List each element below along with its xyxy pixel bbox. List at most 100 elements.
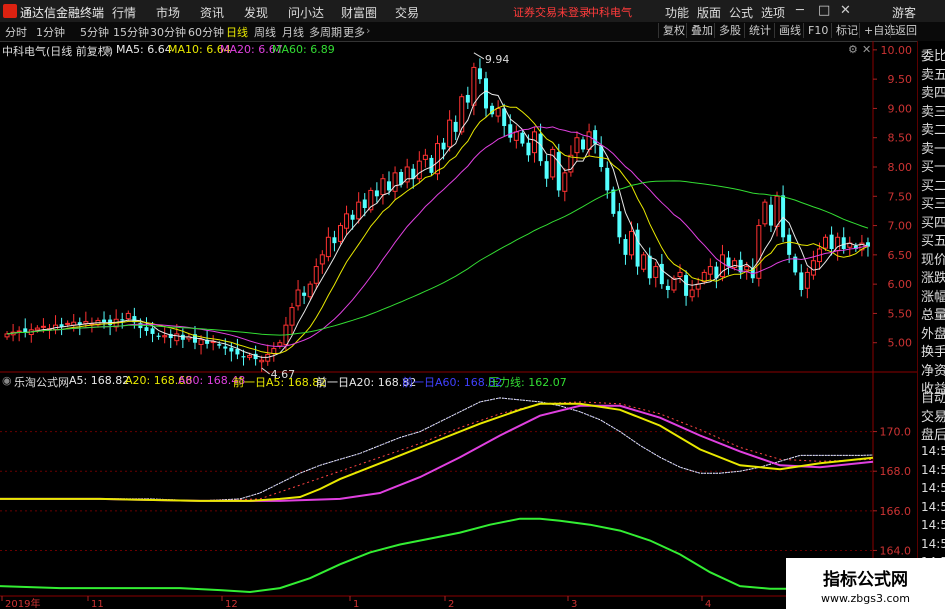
indicator-settings-icon[interactable]: ◉ (2, 374, 12, 387)
side-panel-label[interactable]: 卖三 (921, 101, 945, 120)
candle-body (508, 124, 513, 138)
candle-body (520, 132, 525, 144)
candle-body (544, 161, 549, 179)
price-axis-label: 7.50 (888, 190, 913, 203)
indicator-line-A5 (0, 397, 874, 502)
side-panel-label[interactable]: 14:56 (921, 500, 945, 514)
candle-body (526, 142, 531, 156)
candle-body (756, 225, 762, 279)
candle-body (617, 211, 622, 238)
candle-body (556, 152, 561, 191)
candle-body (386, 181, 391, 191)
side-panel-label[interactable]: 现价 (921, 249, 945, 268)
candle-body (762, 201, 768, 225)
candle-body (374, 190, 379, 197)
price-axis-label: 6.00 (888, 278, 913, 291)
candle-body (441, 142, 446, 150)
indicator-axis-label: 168.0 (880, 465, 912, 478)
side-panel-label[interactable]: 买四 (921, 212, 945, 231)
indicator-line-A60 (0, 404, 874, 502)
indicator-legend: ◉ 乐淘公式网 A5: 168.82 A20: 168.68 A60: 168.… (2, 374, 872, 390)
candle-body (513, 131, 519, 141)
side-panel-label[interactable]: 14:56 (921, 463, 945, 477)
candle-body (447, 119, 453, 148)
candle-body (726, 257, 731, 267)
candle-body (40, 325, 46, 328)
indicator-axis-label: 170.0 (880, 426, 912, 439)
candle-body (319, 254, 325, 265)
candle-body (581, 139, 586, 150)
candle-body (562, 172, 568, 192)
candle-body (684, 275, 689, 296)
candle-body (162, 335, 168, 338)
candle-body (4, 333, 10, 338)
candle-body (223, 346, 228, 349)
candle-body (198, 339, 204, 345)
side-panel-label[interactable]: 涨幅 (921, 286, 945, 305)
side-panel-label[interactable]: 自动 (921, 387, 945, 406)
ma60-line (6, 180, 869, 336)
candle-body (647, 255, 652, 279)
price-axis-label: 5.50 (888, 307, 913, 320)
indicator-line-前一日A5 (0, 397, 874, 502)
candle-body (532, 131, 538, 154)
side-panel-label[interactable]: 14:56 (921, 537, 945, 551)
candle-body (350, 214, 355, 220)
x-axis-label: 2019年 (5, 597, 40, 609)
side-panel-label[interactable]: 总量 (921, 304, 945, 323)
candle-body (277, 342, 283, 347)
candle-body (623, 239, 628, 255)
candle-body (781, 195, 786, 238)
side-panel-label[interactable]: 14:56 (921, 481, 945, 495)
indicator-name[interactable]: 乐淘公式网 (14, 374, 69, 390)
side-panel-label[interactable]: 涨跌 (921, 267, 945, 286)
candle-body (435, 143, 440, 175)
side-panel-label[interactable]: 买二 (921, 175, 945, 194)
indicator-axis-label: 164.0 (880, 544, 912, 557)
side-panel-label[interactable]: 卖四 (921, 82, 945, 101)
candle-body (422, 154, 428, 160)
watermark-logo: 指标公式网 www.zbgs3.com (786, 558, 945, 609)
price-axis-label: 5.00 (888, 337, 913, 350)
side-panel-label[interactable]: 卖一 (921, 138, 945, 157)
candle-body (144, 327, 149, 331)
indicator-a5: A5: 168.82 (69, 374, 130, 387)
side-panel-label[interactable]: 换手 (921, 341, 945, 360)
side-panel-label[interactable]: 买五 (921, 230, 945, 249)
side-panel-label[interactable]: 14:56 (921, 518, 945, 532)
candle-body (259, 359, 265, 363)
high-price-label: 9.94 (485, 53, 510, 66)
candle-body (16, 330, 22, 333)
candle-body (453, 121, 458, 132)
price-axis-label: 8.50 (888, 132, 913, 145)
side-panel-label[interactable]: 委比 (921, 45, 945, 64)
side-panel-label[interactable]: 卖五 (921, 64, 945, 83)
side-panel-label[interactable]: 卖二 (921, 119, 945, 138)
candle-body (586, 131, 592, 150)
side-panel-label[interactable]: 净资 (921, 360, 945, 379)
side-panel-label[interactable]: 外盘 (921, 323, 945, 342)
indicator-axis-label: 166.0 (880, 505, 912, 518)
candle-body (356, 201, 362, 220)
kline-chart[interactable]: 10.00 9.50 9.00 8.50 8.00 7.50 7.00 6.50 6.00 5.5… (0, 0, 917, 609)
side-panel-label[interactable]: 14:56 (921, 444, 945, 458)
side-panel-label[interactable]: 盘后 (921, 424, 945, 443)
candle-body (65, 322, 71, 325)
side-panel-label[interactable]: 交易 (921, 406, 945, 425)
candle-body (605, 167, 610, 191)
candle-body (701, 271, 707, 283)
side-panel-label[interactable]: 买一 (921, 156, 945, 175)
side-panel-label[interactable]: 买三 (921, 193, 945, 212)
candle-body (477, 68, 482, 80)
x-axis-label: 11 (91, 599, 104, 609)
candle-body (34, 327, 40, 331)
watermark-url: www.zbgs3.com (821, 592, 910, 605)
candle-body (156, 335, 161, 337)
candle-body (337, 225, 343, 242)
candle-body (302, 292, 307, 296)
watermark-title: 指标公式网 (823, 570, 908, 590)
candle-body (495, 107, 501, 117)
candle-body (810, 260, 816, 276)
candle-body (774, 195, 780, 227)
candle-body (241, 356, 246, 358)
